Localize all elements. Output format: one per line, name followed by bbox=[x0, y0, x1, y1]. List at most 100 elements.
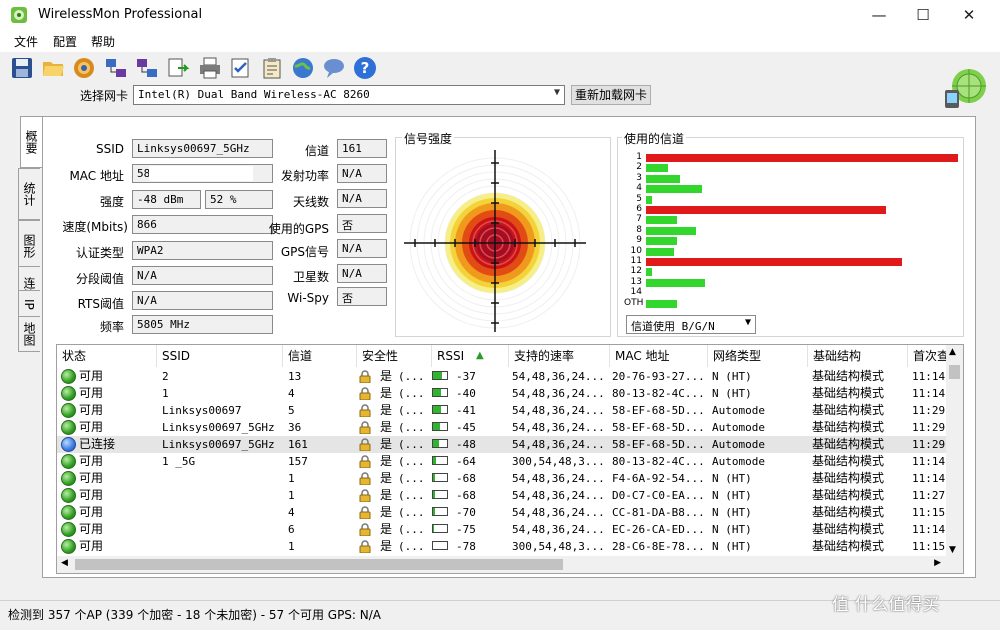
tab-graph[interactable]: 图形 bbox=[18, 220, 40, 272]
channel-label: OTH bbox=[624, 297, 644, 308]
chevron-down-icon[interactable]: ▼ bbox=[949, 545, 956, 555]
network-icon[interactable] bbox=[104, 56, 128, 80]
globe-icon[interactable] bbox=[291, 56, 315, 80]
chevron-down-icon[interactable]: ▼ bbox=[745, 317, 751, 328]
chevron-down-icon[interactable]: ▼ bbox=[554, 87, 560, 98]
channel-usage-bar bbox=[646, 247, 674, 256]
menu-config[interactable]: 配置 bbox=[53, 33, 77, 50]
security-detail: (... bbox=[398, 472, 425, 485]
vertical-scrollbar[interactable]: ▲ ▼ bbox=[946, 345, 963, 557]
mac-cell: 80-13-82-4C... bbox=[612, 387, 705, 400]
channel-row: 5 bbox=[624, 194, 962, 204]
table-row[interactable]: 已连接 Linksys00697_5GHz 161 是 (... -48 54,… bbox=[57, 436, 947, 453]
column-header-rssi[interactable]: RSSI ▲ bbox=[432, 345, 509, 367]
table-row[interactable]: 可用 1 是 (... -68 54,48,36,24... D0-C7-C0-… bbox=[57, 487, 947, 504]
wirelessmon-logo bbox=[945, 69, 986, 108]
first-seen-cell: 11:29: bbox=[912, 404, 947, 417]
available-status-icon bbox=[61, 488, 76, 503]
reload-adapter-button[interactable]: 重新加载网卡 bbox=[571, 85, 651, 105]
first-seen-cell: 11:15: bbox=[912, 506, 947, 519]
clipboard-icon[interactable] bbox=[260, 56, 284, 80]
channel-mode-select[interactable]: 信道使用 B/G/N ▼ bbox=[626, 315, 756, 334]
tab-ip[interactable]: IP bbox=[18, 290, 40, 318]
column-header-first-seen[interactable]: 首次查 bbox=[908, 345, 948, 367]
menu-help[interactable]: 帮助 bbox=[91, 33, 115, 50]
available-status-icon bbox=[61, 505, 76, 520]
save-icon[interactable] bbox=[10, 56, 34, 80]
channel-field: 161 bbox=[337, 139, 387, 158]
rssi-bar bbox=[432, 422, 448, 431]
chevron-left-icon[interactable]: ◀ bbox=[61, 558, 68, 568]
tab-statistics[interactable]: 统计 bbox=[18, 168, 40, 220]
channel-label: 1 bbox=[636, 152, 642, 162]
column-header-label: 信道 bbox=[288, 349, 313, 363]
speech-icon[interactable] bbox=[322, 56, 346, 80]
table-row[interactable]: 可用 6 是 (... -75 54,48,36,24... EC-26-CA-… bbox=[57, 521, 947, 538]
security-cell: 是 (... bbox=[357, 504, 429, 521]
vertical-scroll-thumb[interactable] bbox=[949, 365, 960, 379]
network-config-icon[interactable] bbox=[135, 56, 159, 80]
rates-cell: 54,48,36,24... bbox=[512, 472, 605, 485]
horizontal-scroll-thumb[interactable] bbox=[75, 559, 563, 570]
status-cell: 可用 bbox=[57, 538, 157, 555]
column-header-rates[interactable]: 支持的速率 bbox=[509, 345, 610, 367]
channel-usage-bar bbox=[646, 258, 902, 266]
network-type-cell: Automode bbox=[712, 421, 765, 434]
channel-cell: 4 bbox=[288, 506, 295, 519]
channel-row: OTH bbox=[624, 297, 962, 308]
tab-map[interactable]: 地图 bbox=[18, 316, 40, 352]
rts-label: RTS阈值 bbox=[77, 297, 124, 311]
column-header-label: RSSI bbox=[437, 349, 465, 363]
security-detail: (... bbox=[398, 506, 425, 519]
ssid-cell: 2 bbox=[162, 370, 169, 383]
adapter-select[interactable]: Intel(R) Dual Band Wireless-AC 8260 ▼ bbox=[133, 85, 565, 105]
rssi-value: -68 bbox=[456, 472, 476, 485]
open-folder-icon[interactable] bbox=[41, 56, 65, 80]
chevron-up-icon[interactable]: ▲ bbox=[949, 347, 956, 357]
help-icon[interactable]: ? bbox=[353, 56, 377, 80]
maximize-button[interactable]: ☐ bbox=[900, 0, 946, 30]
table-row[interactable]: 可用 4 是 (... -70 54,48,36,24... CC-81-DA-… bbox=[57, 504, 947, 521]
network-type-cell: Automode bbox=[712, 404, 765, 417]
table-row[interactable]: 可用 1 是 (... -78 300,54,48,3... 28-C6-8E-… bbox=[57, 538, 947, 555]
horizontal-scrollbar[interactable]: ◀ ▶ bbox=[57, 556, 963, 573]
table-row[interactable]: 可用 1 是 (... -68 54,48,36,24... F4-6A-92-… bbox=[57, 470, 947, 487]
rssi-cell: -37 bbox=[432, 368, 507, 385]
channel-label: 11 bbox=[630, 256, 642, 266]
channel-cell: 36 bbox=[288, 421, 302, 434]
tab-summary[interactable]: 概要 bbox=[20, 116, 42, 168]
table-row[interactable]: 可用 1 _5G 157 是 (... -64 300,54,48,3... 8… bbox=[57, 453, 947, 470]
print-icon[interactable] bbox=[198, 56, 222, 80]
available-status-icon bbox=[61, 369, 76, 384]
rates-cell: 54,48,36,24... bbox=[512, 489, 605, 502]
channel-row: 13 bbox=[624, 277, 962, 287]
table-row[interactable]: 可用 Linksys00697_5GHz 36 是 (... -45 54,48… bbox=[57, 419, 947, 436]
minimize-button[interactable]: — bbox=[856, 0, 902, 30]
gps-signal-field: N/A bbox=[337, 239, 387, 258]
column-header-infrastructure[interactable]: 基础结构 bbox=[808, 345, 908, 367]
mac-cell: EC-26-CA-ED... bbox=[612, 523, 705, 536]
channel-row: 3 bbox=[624, 173, 962, 183]
column-header-network-type[interactable]: 网络类型 bbox=[708, 345, 808, 367]
network-type-cell: Automode bbox=[712, 455, 765, 468]
first-seen-cell: 11:27: bbox=[912, 489, 947, 502]
checklist-icon[interactable] bbox=[229, 56, 253, 80]
rssi-value: -40 bbox=[456, 387, 476, 400]
column-header-status[interactable]: 状态 bbox=[57, 345, 157, 367]
column-header-security[interactable]: 安全性 bbox=[357, 345, 432, 367]
menu-file[interactable]: 文件 bbox=[14, 33, 38, 50]
column-header-ssid[interactable]: SSID bbox=[157, 345, 283, 367]
infrastructure-cell: 基础结构模式 bbox=[812, 403, 885, 417]
close-button[interactable]: ✕ bbox=[946, 0, 992, 30]
table-row[interactable]: 可用 1 4 是 (... -40 54,48,36,24... 80-13-8… bbox=[57, 385, 947, 402]
mac-cell: 20-76-93-27... bbox=[612, 370, 705, 383]
security-cell: 是 (... bbox=[357, 521, 429, 538]
chevron-right-icon[interactable]: ▶ bbox=[934, 558, 941, 568]
security-cell: 是 (... bbox=[357, 487, 429, 504]
record-icon[interactable] bbox=[72, 56, 96, 80]
column-header-channel[interactable]: 信道 bbox=[283, 345, 357, 367]
export-icon[interactable] bbox=[166, 56, 190, 80]
column-header-mac[interactable]: MAC 地址 bbox=[610, 345, 708, 367]
table-row[interactable]: 可用 Linksys00697 5 是 (... -41 54,48,36,24… bbox=[57, 402, 947, 419]
table-row[interactable]: 可用 2 13 是 (... -37 54,48,36,24... 20-76-… bbox=[57, 368, 947, 385]
